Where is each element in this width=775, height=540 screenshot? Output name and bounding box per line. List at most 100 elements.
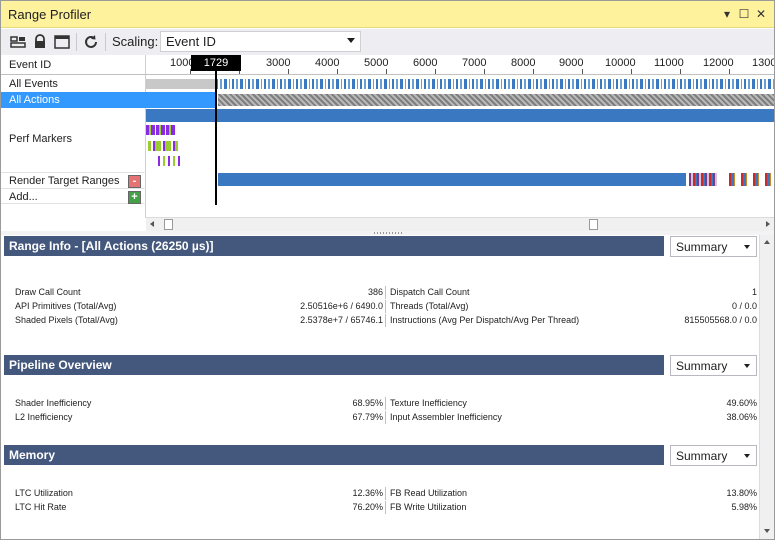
- perf-markers-lane[interactable]: [146, 108, 774, 172]
- tick-label: 1300: [752, 57, 774, 69]
- layout-icon[interactable]: [9, 33, 27, 51]
- tick-mark: [680, 69, 681, 74]
- metric-label: Instructions (Avg Per Dispatch/Avg Per T…: [390, 315, 580, 325]
- window-icon[interactable]: [53, 33, 71, 51]
- tick-mark: [435, 69, 436, 74]
- column-divider: [385, 286, 386, 299]
- events-gray-block: [146, 79, 216, 89]
- column-divider: [385, 314, 386, 327]
- add-row-button[interactable]: +: [128, 191, 141, 204]
- metric-row: API Primitives (Total/Avg) 2.50516e+6 / …: [15, 300, 757, 313]
- range-info-mode-select[interactable]: Summary: [670, 236, 757, 257]
- title-bar: Range Profiler ▾ ☐ ✕: [1, 1, 774, 28]
- scaling-label: Scaling:: [112, 34, 159, 49]
- scroll-up-icon[interactable]: [764, 240, 770, 244]
- render-target-bar: [218, 173, 686, 186]
- tick-label: 6000: [413, 57, 438, 69]
- close-button[interactable]: ✕: [753, 5, 769, 23]
- tick-label: 11000: [654, 57, 684, 69]
- range-profiler-window: Range Profiler ▾ ☐ ✕ Scaling: Event ID E…: [0, 0, 775, 540]
- row-add[interactable]: Add...: [1, 188, 146, 204]
- tick-label: 9000: [559, 57, 584, 69]
- tick-label: 4000: [315, 57, 340, 69]
- tick-label: 5000: [364, 57, 389, 69]
- all-actions-lane[interactable]: [146, 92, 774, 108]
- metric-row: LTC Hit Rate 76.20% FB Write Utilization…: [15, 501, 757, 514]
- scaling-select[interactable]: Event ID: [160, 31, 361, 52]
- row-all-events[interactable]: All Events: [1, 76, 146, 92]
- scaling-select-value: Event ID: [166, 34, 216, 49]
- scroll-thumb[interactable]: [589, 219, 598, 230]
- vertical-scrollbar[interactable]: [759, 235, 774, 539]
- pipeline-mode-select[interactable]: Summary: [670, 355, 757, 376]
- metric-value: 67.79%: [352, 412, 383, 422]
- lock-icon[interactable]: [31, 33, 49, 51]
- metric-label: LTC Utilization: [15, 488, 73, 498]
- tick-label: 12000: [703, 57, 734, 69]
- metric-label: API Primitives (Total/Avg): [15, 301, 117, 311]
- metric-label: Input Assembler Inefficiency: [390, 412, 502, 422]
- perf-marker-level4: [158, 156, 180, 166]
- row-all-actions[interactable]: All Actions: [1, 92, 146, 108]
- timeline: Event ID All Events All Actions Perf Mar…: [1, 55, 774, 231]
- row-label: Perf Markers: [9, 133, 72, 145]
- metric-row: Shader Inefficiency 68.95% Texture Ineff…: [15, 397, 757, 410]
- column-divider: [385, 397, 386, 410]
- window-menu-button[interactable]: ▾: [719, 5, 735, 23]
- metric-label: Texture Inefficiency: [390, 398, 467, 408]
- horizontal-scrollbar[interactable]: [146, 217, 774, 231]
- column-divider: [385, 501, 386, 514]
- details-panel: Range Info - [All Actions (26250 µs)] Su…: [1, 235, 759, 539]
- metric-label: Shader Inefficiency: [15, 398, 92, 408]
- tick-mark: [582, 69, 583, 74]
- metric-value: 76.20%: [352, 502, 383, 512]
- metric-value: 12.36%: [352, 488, 383, 498]
- tick-mark: [533, 69, 534, 74]
- remove-row-button[interactable]: -: [128, 175, 141, 188]
- select-value: Summary: [676, 449, 728, 463]
- current-event-line: [215, 69, 217, 205]
- chevron-down-icon: [744, 454, 750, 458]
- all-events-lane[interactable]: [146, 76, 774, 92]
- tick-mark: [386, 69, 387, 74]
- tick-mark: [337, 69, 338, 74]
- pipeline-overview-header: Pipeline Overview: [4, 355, 664, 375]
- scroll-down-icon[interactable]: [764, 529, 770, 533]
- tick-mark: [288, 69, 289, 74]
- scroll-right-icon[interactable]: [766, 221, 770, 227]
- metric-row: Shaded Pixels (Total/Avg) 2.5378e+7 / 65…: [15, 314, 757, 327]
- memory-mode-select[interactable]: Summary: [670, 445, 757, 466]
- pipeline-overview-title: Pipeline Overview: [9, 358, 112, 372]
- select-value: Summary: [676, 359, 728, 373]
- column-divider: [385, 487, 386, 500]
- render-target-lane[interactable]: [146, 172, 774, 188]
- metric-value: 1: [751, 287, 757, 297]
- scroll-left-icon[interactable]: [150, 221, 154, 227]
- metric-label: L2 Inefficiency: [15, 412, 73, 422]
- scroll-thumb[interactable]: [164, 219, 173, 230]
- metric-label: Threads (Total/Avg): [390, 301, 469, 311]
- memory-title: Memory: [9, 448, 56, 462]
- actions-selection: [146, 92, 216, 108]
- refresh-icon[interactable]: [82, 33, 100, 51]
- metric-value: 386: [367, 287, 383, 297]
- axis-label: Event ID: [9, 59, 52, 71]
- row-labels: Event ID All Events All Actions Perf Mar…: [1, 55, 146, 218]
- metric-label: LTC Hit Rate: [15, 502, 67, 512]
- column-divider: [385, 411, 386, 424]
- tick-mark: [484, 69, 485, 74]
- splitter-grip[interactable]: [374, 232, 402, 234]
- memory-header: Memory: [4, 445, 664, 465]
- perf-marker-bar: [146, 109, 774, 122]
- metric-value: 815505568.0 / 0.0: [684, 315, 757, 325]
- row-label: All Events: [9, 78, 58, 90]
- chevron-down-icon: [347, 38, 355, 43]
- row-render-target-ranges[interactable]: Render Target Ranges: [1, 172, 146, 188]
- row-perf-markers[interactable]: Perf Markers: [1, 108, 146, 172]
- metric-value: 49.60%: [726, 398, 757, 408]
- range-info-header: Range Info - [All Actions (26250 µs)]: [4, 236, 664, 256]
- maximize-button[interactable]: ☐: [736, 5, 752, 23]
- tick-label: 8000: [511, 57, 536, 69]
- metric-value: 68.95%: [352, 398, 383, 408]
- metric-value: 5.98%: [731, 502, 757, 512]
